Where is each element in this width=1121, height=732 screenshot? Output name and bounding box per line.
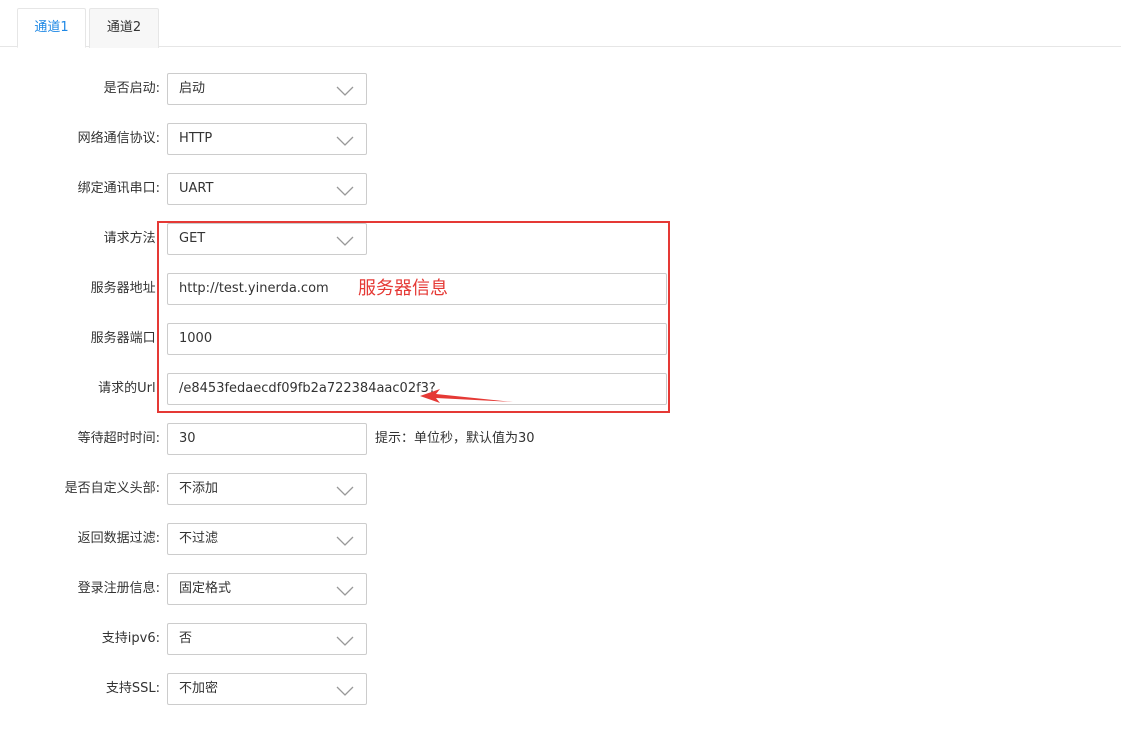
form-row-custom-header: 是否自定义头部: 不添加 <box>0 473 1121 505</box>
tab-bar: 通道1 通道2 <box>0 0 1121 48</box>
enabled-value: 启动 <box>179 81 206 96</box>
form-row-serial-port: 绑定通讯串口: UART <box>0 173 1121 205</box>
form-row-login-info: 登录注册信息: 固定格式 <box>0 573 1121 605</box>
ipv6-label: 支持ipv6: <box>101 631 160 646</box>
chevron-down-icon <box>336 586 354 596</box>
data-filter-value: 不过滤 <box>179 531 219 546</box>
tab-channel-1[interactable]: 通道1 <box>17 8 86 48</box>
timeout-value: 30 <box>179 431 196 446</box>
ssl-value: 不加密 <box>179 681 219 696</box>
timeout-label: 等待超时时间: <box>77 431 160 446</box>
timeout-input[interactable]: 30 <box>167 423 367 455</box>
chevron-down-icon <box>336 636 354 646</box>
ssl-select[interactable]: 不加密 <box>167 673 367 705</box>
timeout-hint: 提示：单位秒，默认值为30 <box>375 431 535 446</box>
ssl-label: 支持SSL: <box>105 681 160 696</box>
enabled-label: 是否启动: <box>103 81 160 96</box>
serial-port-value: UART <box>179 181 214 196</box>
chevron-down-icon <box>336 486 354 496</box>
login-info-label: 登录注册信息: <box>77 581 160 596</box>
form-row-ipv6: 支持ipv6: 否 <box>0 623 1121 655</box>
ipv6-select[interactable]: 否 <box>167 623 367 655</box>
custom-header-select[interactable]: 不添加 <box>167 473 367 505</box>
chevron-down-icon <box>336 536 354 546</box>
chevron-down-icon <box>336 136 354 146</box>
server-address-label: 服务器地址: <box>90 281 160 296</box>
enabled-select[interactable]: 启动 <box>167 73 367 105</box>
annotation-arrow-icon <box>420 389 513 403</box>
method-label: 请求方法: <box>103 231 160 246</box>
chevron-down-icon <box>336 686 354 696</box>
protocol-value: HTTP <box>179 131 213 146</box>
protocol-select[interactable]: HTTP <box>167 123 367 155</box>
request-url-label: 请求的Url: <box>98 381 160 396</box>
data-filter-label: 返回数据过滤: <box>77 531 160 546</box>
data-filter-select[interactable]: 不过滤 <box>167 523 367 555</box>
login-info-value: 固定格式 <box>179 581 232 596</box>
form-row-enabled: 是否启动: 启动 <box>0 73 1121 105</box>
chevron-down-icon <box>336 186 354 196</box>
chevron-down-icon <box>336 86 354 96</box>
annotation-highlight-box <box>157 221 670 413</box>
login-info-select[interactable]: 固定格式 <box>167 573 367 605</box>
custom-header-label: 是否自定义头部: <box>64 481 160 496</box>
serial-port-select[interactable]: UART <box>167 173 367 205</box>
form-row-data-filter: 返回数据过滤: 不过滤 <box>0 523 1121 555</box>
tab-channel-2[interactable]: 通道2 <box>89 8 159 48</box>
form-row-protocol: 网络通信协议: HTTP <box>0 123 1121 155</box>
annotation-label: 服务器信息 <box>358 278 448 299</box>
protocol-label: 网络通信协议: <box>77 131 160 146</box>
form-row-timeout: 等待超时时间: 30 提示：单位秒，默认值为30 <box>0 423 1121 455</box>
ipv6-value: 否 <box>179 631 193 646</box>
serial-port-label: 绑定通讯串口: <box>77 181 160 196</box>
custom-header-value: 不添加 <box>179 481 219 496</box>
form-row-ssl: 支持SSL: 不加密 <box>0 673 1121 705</box>
server-port-label: 服务器端口: <box>90 331 160 346</box>
